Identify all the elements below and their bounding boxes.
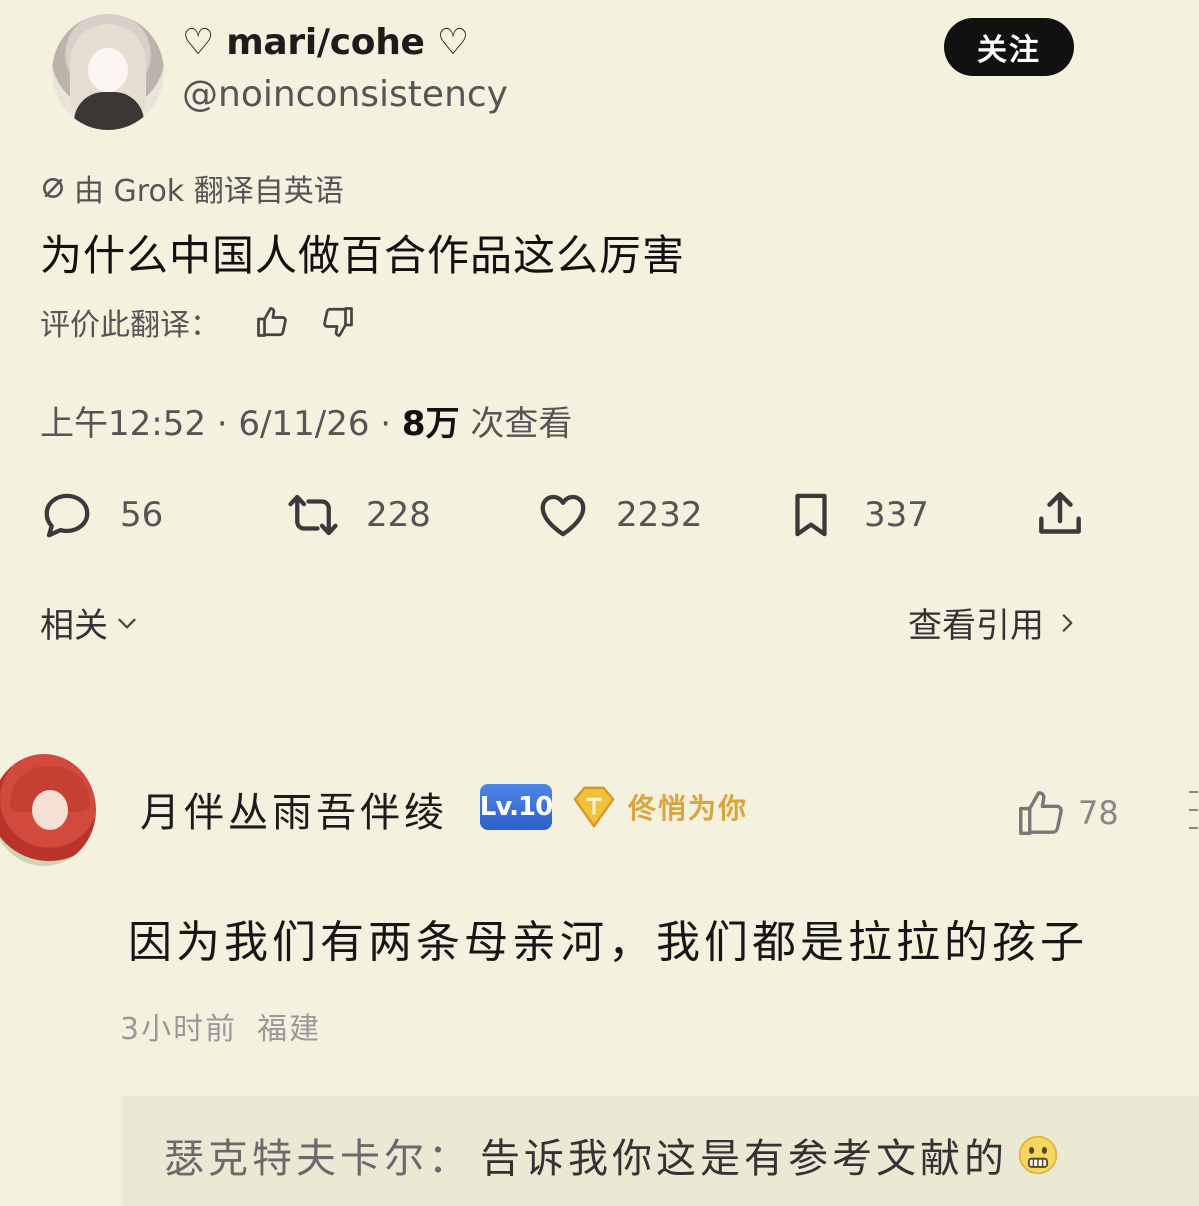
view-count-label: 次查看	[459, 404, 573, 444]
tweet-text: 为什么中国人做百合作品这么厉害	[40, 231, 686, 280]
like-action[interactable]: 2232	[536, 488, 703, 542]
follow-button[interactable]: 关注	[944, 18, 1074, 76]
translation-notice: 由 Grok 翻译自英语	[40, 166, 344, 210]
like-count: 2232	[616, 495, 703, 535]
related-toggle[interactable]: 相关	[40, 598, 140, 647]
comment-location: 福建	[257, 1012, 322, 1047]
reply-icon	[44, 493, 90, 538]
scared-face-emoji-icon	[1018, 1135, 1058, 1175]
reply-author: 瑟克特夫卡尔：	[164, 1136, 472, 1182]
thumbs-up-icon	[1019, 791, 1063, 835]
rate-translation: 评价此翻译：	[40, 300, 356, 344]
chevron-down-icon	[118, 618, 136, 628]
thumbs-down-icon[interactable]	[320, 304, 356, 340]
view-quotes-label: 查看引用	[908, 606, 1044, 646]
rate-translation-label: 评价此翻译：	[40, 308, 220, 343]
commenter-username[interactable]: 月伴丛雨吾伴绫	[140, 780, 448, 838]
reply-text: 告诉我你这是有参考文献的	[480, 1136, 1008, 1182]
share-icon[interactable]	[1032, 486, 1088, 542]
repost-count: 228	[366, 495, 431, 535]
chevron-right-icon	[1062, 613, 1073, 632]
vip-badge-text: 佟悄为你	[628, 792, 749, 825]
bookmark-count: 337	[864, 495, 929, 535]
author-display-name[interactable]: ♡ mari/cohe ♡	[182, 22, 469, 63]
level-badge: Lv.10	[480, 784, 553, 830]
view-quotes-link[interactable]: 查看引用	[908, 598, 1080, 647]
repost-icon	[288, 494, 338, 536]
reply-action[interactable]: 56	[40, 488, 163, 542]
diamond-icon	[573, 786, 615, 828]
repost-action[interactable]: 228	[286, 488, 431, 542]
author-handle[interactable]: @noinconsistency	[182, 74, 508, 115]
reply-count: 56	[120, 495, 164, 535]
vip-badge: 佟悄为你	[566, 784, 748, 830]
comment-meta: 3小时前 福建	[120, 1004, 321, 1048]
tweet-timestamp: 上午12:52 · 6/11/26 ·	[40, 404, 402, 444]
commenter-avatar[interactable]	[0, 754, 96, 866]
comment-like-count: 78	[1078, 794, 1119, 832]
related-label: 相关	[40, 606, 108, 646]
tweet-meta: 上午12:52 · 6/11/26 · 8万 次查看	[40, 396, 572, 445]
heart-icon	[540, 494, 586, 537]
thumbs-up-icon[interactable]	[254, 304, 290, 340]
author-avatar[interactable]	[52, 14, 164, 130]
comment-text: 因为我们有两条母亲河，我们都是拉拉的孩子	[128, 917, 1088, 968]
bookmark-icon	[795, 493, 827, 537]
view-count: 8万	[401, 404, 460, 444]
reply-preview[interactable]: 瑟克特夫卡尔： 告诉我你这是有参考文献的	[164, 1126, 1060, 1184]
grok-icon	[43, 178, 63, 198]
more-options-icon[interactable]	[1188, 786, 1198, 836]
comment-time: 3小时前	[120, 1012, 238, 1047]
bookmark-action[interactable]: 337	[784, 488, 929, 542]
comment-like-action[interactable]: 78	[1014, 786, 1119, 840]
translation-notice-text: 由 Grok 翻译自英语	[74, 174, 344, 209]
